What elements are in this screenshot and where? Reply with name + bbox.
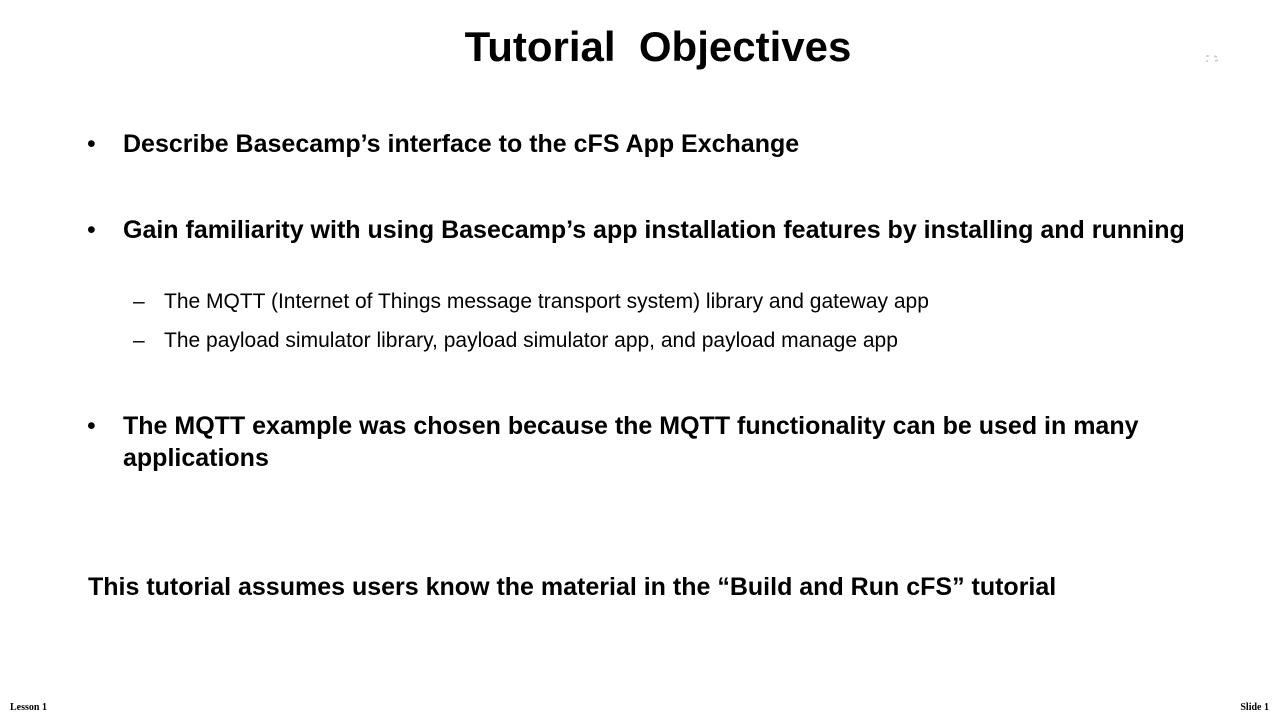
bullet-item: • The MQTT example was chosen because th… <box>87 410 1237 474</box>
footer-slide-number: Slide 1 <box>1240 702 1269 713</box>
corner-mark-icon <box>1206 55 1219 62</box>
sub-dash: – <box>133 290 145 313</box>
bullet-item: • Gain familiarity with using Basecamp’s… <box>87 214 1237 246</box>
bullet-text: The MQTT example was chosen because the … <box>123 412 1139 472</box>
sub-dash: – <box>133 329 145 352</box>
bullet-item: • Describe Basecamp’s interface to the c… <box>87 128 1237 160</box>
sub-item: – The payload simulator library, payload… <box>133 327 1233 355</box>
bullet-text: Describe Basecamp’s interface to the cFS… <box>123 130 800 158</box>
bullet-text: Gain familiarity with using Basecamp’s a… <box>123 216 1185 244</box>
tutorial-note: This tutorial assumes users know the mat… <box>88 573 1057 601</box>
bullet-dot: • <box>87 216 96 244</box>
sub-item: – The MQTT (Internet of Things message t… <box>133 288 1233 316</box>
sub-text: The payload simulator library, payload s… <box>164 329 898 352</box>
slide-title: Tutorial Objectives <box>464 23 852 70</box>
footer-lesson: Lesson 1 <box>10 702 47 713</box>
bullet-dot: • <box>87 412 96 440</box>
bullet-dot: • <box>87 130 96 158</box>
sub-text: The MQTT (Internet of Things message tra… <box>164 290 929 313</box>
